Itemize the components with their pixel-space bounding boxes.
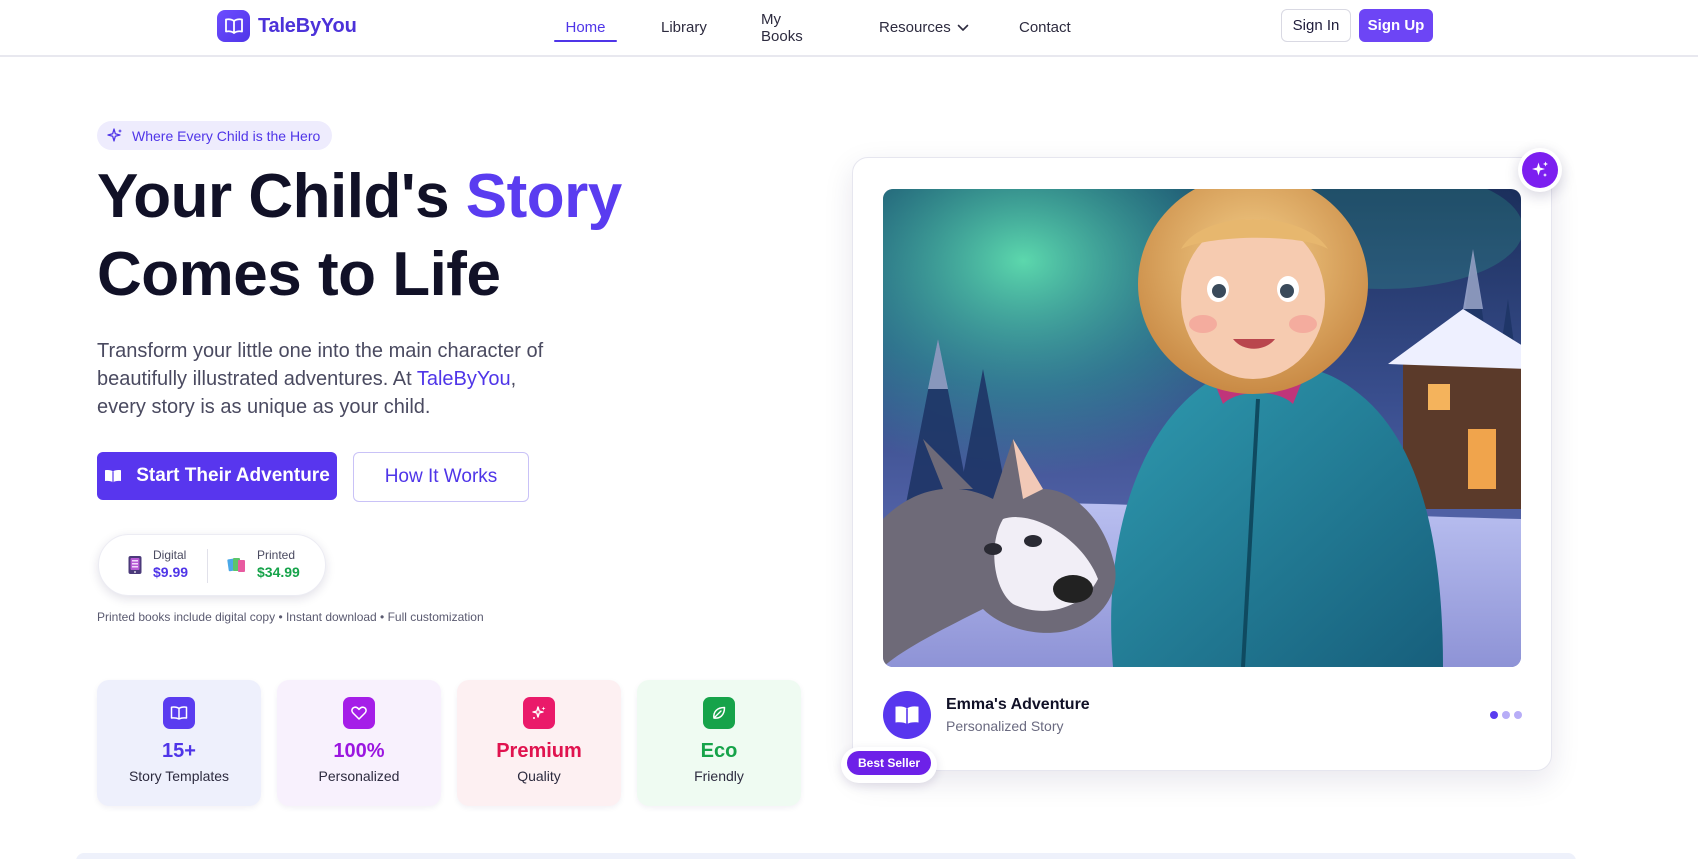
best-seller-badge: Best Seller (847, 751, 932, 775)
stat-card-personalized: 100% Personalized (277, 680, 441, 806)
next-section-edge (76, 853, 1576, 859)
hero-heading: Your Child's Story Comes to Life (97, 158, 622, 314)
story-illustration-image (883, 189, 1521, 667)
nav-resources[interactable]: Resources (879, 0, 969, 55)
hero-tagline-pill: Where Every Child is the Hero (97, 121, 333, 150)
sparkles-icon (523, 697, 555, 729)
open-book-icon (217, 10, 250, 42)
start-adventure-button[interactable]: Start Their Adventure (97, 452, 337, 500)
pricing-note: Printed books include digital copy • Ins… (97, 610, 484, 624)
hero-heading-accent: Story (465, 162, 622, 231)
hero-description-brand: TaleByYou (416, 368, 511, 390)
hero-description: Transform your little one into the main … (97, 337, 567, 421)
stat-value: Eco (700, 740, 738, 762)
sign-up-button[interactable]: Sign Up (1359, 9, 1433, 42)
price-printed-value: $34.99 (257, 564, 300, 580)
divider (207, 549, 208, 583)
hero-heading-line2: Comes to Life (97, 240, 501, 309)
nav-library[interactable]: Library (661, 0, 707, 55)
story-title: Emma's Adventure (946, 696, 1090, 713)
carousel-dot[interactable] (1502, 711, 1510, 719)
price-digital: Digital $9.99 (127, 548, 188, 581)
nav-my-books[interactable]: My Books (761, 0, 803, 55)
open-book-icon (895, 706, 919, 724)
magic-badge (1518, 148, 1562, 192)
stat-card-templates: 15+ Story Templates (97, 680, 261, 806)
story-subtitle: Personalized Story (946, 718, 1064, 734)
sign-in-button[interactable]: Sign In (1281, 9, 1351, 42)
stat-label: Story Templates (128, 768, 230, 784)
how-it-works-button[interactable]: How It Works (353, 452, 529, 502)
chevron-down-icon (957, 24, 969, 31)
brand-logo[interactable]: TaleByYou (217, 10, 357, 42)
nav-resources-label: Resources (879, 19, 951, 36)
hero-tagline: Where Every Child is the Hero (132, 127, 321, 144)
stat-value: 100% (333, 740, 385, 762)
price-digital-label: Digital (153, 548, 187, 562)
leaf-icon (703, 697, 735, 729)
nav-home[interactable]: Home (554, 0, 617, 55)
carousel-dot-active[interactable] (1490, 711, 1498, 719)
pricing-card: Digital $9.99 Printed $34.99 (98, 534, 326, 596)
stat-card-quality: Premium Quality (457, 680, 621, 806)
stat-label: Quality (517, 768, 561, 784)
open-book-icon (105, 470, 122, 483)
price-printed-label: Printed (257, 548, 296, 562)
books-icon (227, 557, 245, 572)
stat-value: 15+ (162, 740, 196, 762)
stat-value: Premium (496, 740, 582, 762)
start-adventure-label: Start Their Adventure (136, 465, 330, 486)
story-book-avatar (883, 691, 931, 739)
price-printed: Printed $34.99 (227, 548, 300, 581)
carousel-dots (1490, 711, 1522, 719)
price-digital-value: $9.99 (153, 564, 189, 580)
sparkles-icon (107, 127, 122, 142)
book-icon (163, 697, 195, 729)
sparkles-icon (1522, 152, 1558, 188)
heart-icon (343, 697, 375, 729)
hero-heading-part1: Your Child's (97, 162, 466, 231)
stat-card-eco: Eco Friendly (637, 680, 801, 806)
tablet-icon (128, 555, 142, 574)
feature-stats: 15+ Story Templates 100% Personalized Pr… (97, 680, 801, 806)
nav-contact[interactable]: Contact (1019, 0, 1071, 55)
brand-name: TaleByYou (258, 14, 357, 37)
stat-label: Friendly (694, 768, 744, 784)
stat-label: Personalized (318, 768, 400, 784)
top-navbar: TaleByYou Home Library My Books Resource… (0, 0, 1698, 57)
carousel-dot[interactable] (1514, 711, 1522, 719)
